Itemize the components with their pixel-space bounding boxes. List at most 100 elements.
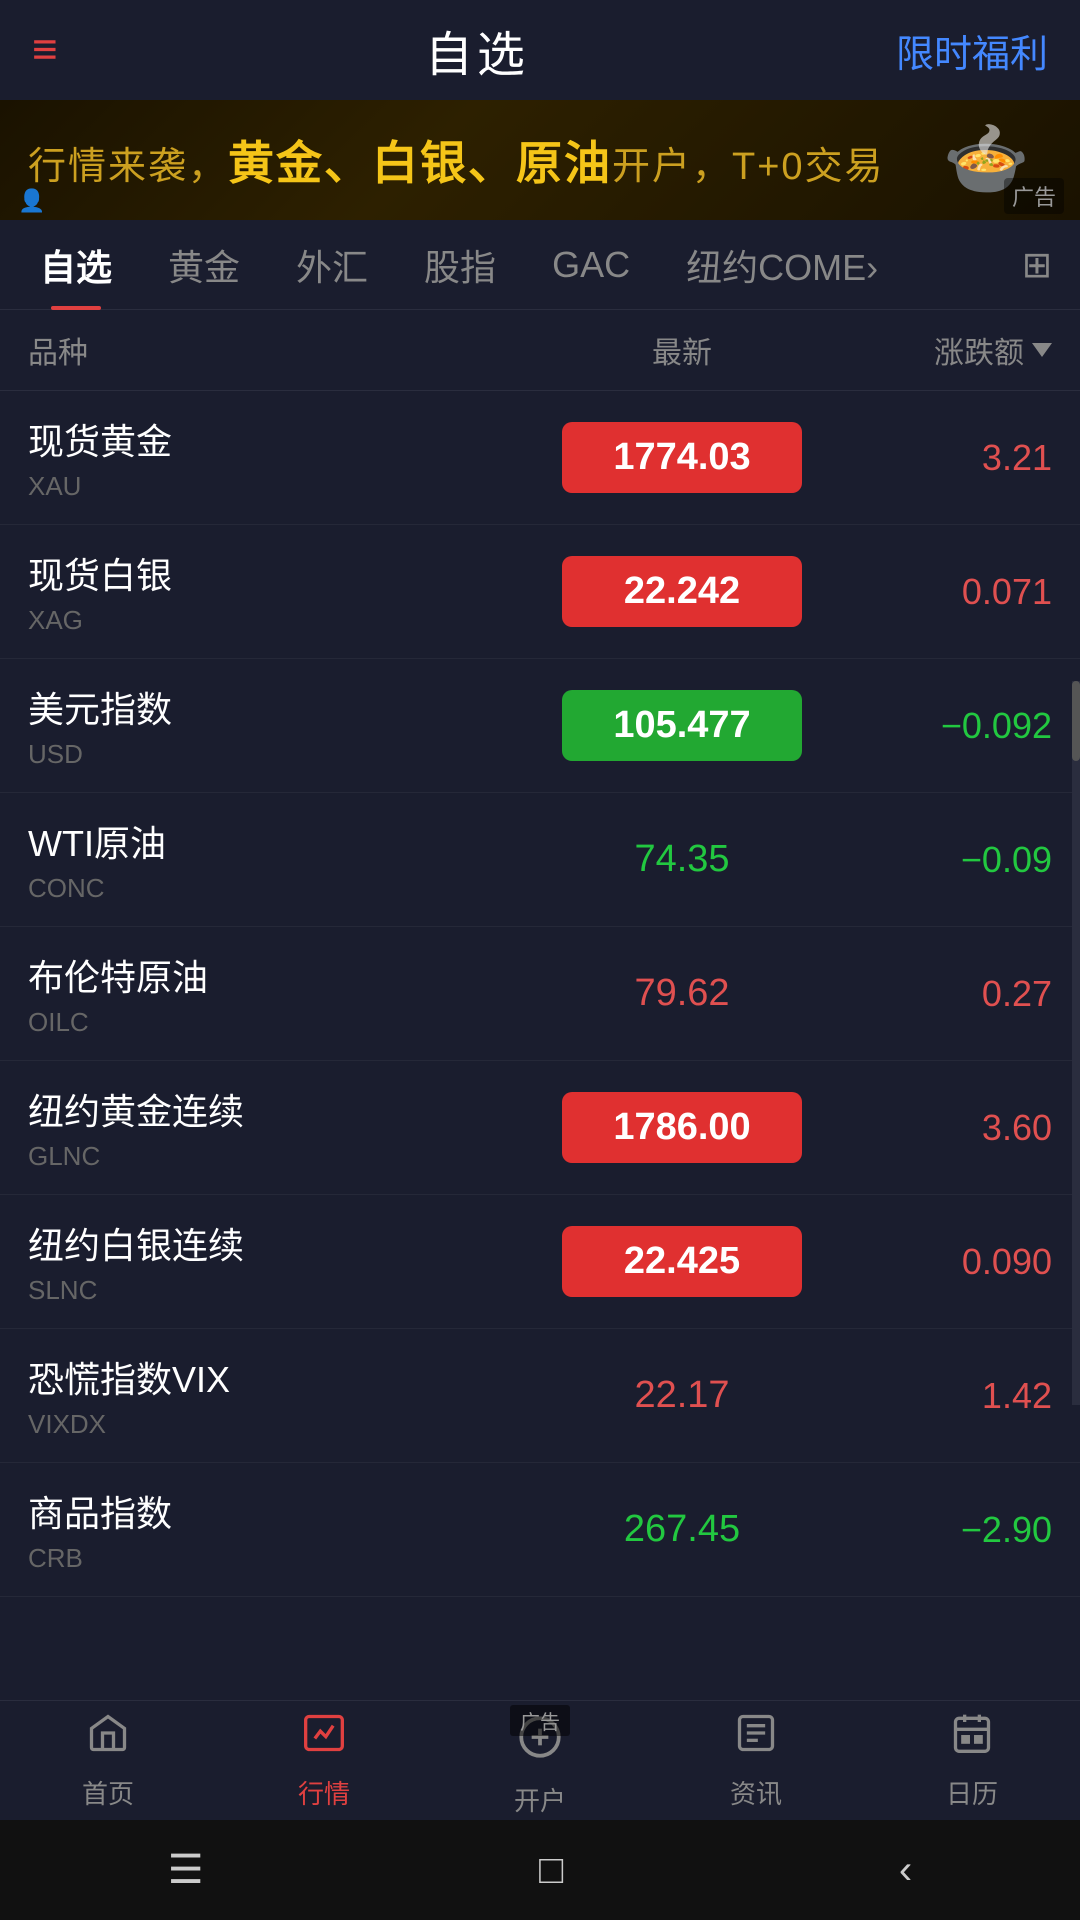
promo-button[interactable]: 限时福利 — [896, 23, 1048, 78]
sort-arrow-icon — [1032, 343, 1052, 357]
price-plain: 74.35 — [634, 838, 729, 880]
nav-market-label: 行情 — [298, 1774, 350, 1811]
nav-calendar[interactable]: 日历 — [864, 1701, 1080, 1820]
android-home-btn[interactable]: □ — [539, 1848, 563, 1893]
app-header: ≡ 自选 限时福利 — [0, 0, 1080, 100]
banner-suffix: 开户，T+0交易 — [612, 146, 885, 188]
table-row[interactable]: 美元指数 USD 105.477 −0.092 — [0, 659, 1080, 793]
table-header: 品种 最新 涨跌额 — [0, 310, 1080, 391]
tab-waihui[interactable]: 外汇 — [268, 220, 396, 310]
nav-home-label: 首页 — [82, 1774, 134, 1811]
android-menu-btn[interactable]: ☰ — [168, 1847, 204, 1893]
instrument-name-col: 恐慌指数VIX VIXDX — [28, 1351, 532, 1440]
change-col: 0.090 — [832, 1241, 1052, 1283]
android-nav-bar: ☰ □ ‹ — [0, 1820, 1080, 1920]
tab-huangjin[interactable]: 黄金 — [140, 220, 268, 310]
table-row[interactable]: 现货白银 XAG 22.242 0.071 — [0, 525, 1080, 659]
change-col: −2.90 — [832, 1509, 1052, 1551]
banner-text: 行情来袭，黄金、白银、原油开户，T+0交易 — [28, 127, 885, 193]
instrument-name-zh: 美元指数 — [28, 681, 532, 733]
calendar-icon — [950, 1711, 994, 1766]
table-row[interactable]: 纽约黄金连续 GLNC 1786.00 3.60 — [0, 1061, 1080, 1195]
table-row[interactable]: 纽约白银连续 SLNC 22.425 0.090 — [0, 1195, 1080, 1329]
market-icon — [302, 1711, 346, 1766]
table-row[interactable]: 商品指数 CRB 267.45 −2.90 — [0, 1463, 1080, 1597]
table-row[interactable]: WTI原油 CONC 74.35 −0.09 — [0, 793, 1080, 927]
grid-view-icon[interactable]: ⊞ — [1006, 244, 1068, 286]
price-badge: 22.425 — [562, 1226, 802, 1297]
change-col: −0.092 — [832, 705, 1052, 747]
change-col: −0.09 — [832, 839, 1052, 881]
instrument-name-en: XAU — [28, 471, 532, 502]
change-col: 3.60 — [832, 1107, 1052, 1149]
instrument-name-col: 现货黄金 XAU — [28, 413, 532, 502]
price-col: 1774.03 — [532, 422, 832, 493]
nav-news-label: 资讯 — [730, 1774, 782, 1811]
price-col: 74.35 — [532, 838, 832, 881]
nav-open[interactable]: 广告 开户 — [432, 1701, 648, 1820]
instrument-name-en: CONC — [28, 873, 532, 904]
instrument-name-en: VIXDX — [28, 1409, 532, 1440]
col-price-label: 最新 — [532, 328, 832, 372]
news-icon — [734, 1711, 778, 1766]
market-table: 现货黄金 XAU 1774.03 3.21 现货白银 XAG 22.242 0.… — [0, 391, 1080, 1597]
col-change-label: 涨跌额 — [832, 328, 1052, 372]
instrument-name-en: USD — [28, 739, 532, 770]
change-col: 1.42 — [832, 1375, 1052, 1417]
price-badge: 1774.03 — [562, 422, 802, 493]
instrument-name-zh: 布伦特原油 — [28, 949, 532, 1001]
col-name-label: 品种 — [28, 328, 532, 372]
price-plain: 267.45 — [624, 1508, 740, 1550]
instrument-name-zh: 商品指数 — [28, 1485, 532, 1537]
scroll-track — [1072, 681, 1080, 1405]
instrument-name-col: 现货白银 XAG — [28, 547, 532, 636]
instrument-name-en: CRB — [28, 1543, 532, 1574]
tab-gac[interactable]: GAC — [524, 220, 658, 310]
price-col: 267.45 — [532, 1508, 832, 1551]
price-col: 105.477 — [532, 690, 832, 761]
ad-label: 广告 — [1004, 178, 1064, 214]
change-col: 3.21 — [832, 437, 1052, 479]
home-icon — [86, 1711, 130, 1766]
price-col: 79.62 — [532, 972, 832, 1015]
instrument-name-zh: 现货白银 — [28, 547, 532, 599]
instrument-name-en: OILC — [28, 1007, 532, 1038]
instrument-name-col: 美元指数 USD — [28, 681, 532, 770]
price-badge: 1786.00 — [562, 1092, 802, 1163]
tab-bar: 自选 黄金 外汇 股指 GAC 纽约COME› ⊞ — [0, 220, 1080, 310]
instrument-name-en: GLNC — [28, 1141, 532, 1172]
price-col: 1786.00 — [532, 1092, 832, 1163]
price-badge: 22.242 — [562, 556, 802, 627]
nav-news[interactable]: 资讯 — [648, 1701, 864, 1820]
banner-highlight: 黄金、白银、原油 — [228, 137, 612, 189]
menu-icon[interactable]: ≡ — [32, 25, 58, 75]
instrument-name-zh: 纽约黄金连续 — [28, 1083, 532, 1135]
table-row[interactable]: 布伦特原油 OILC 79.62 0.27 — [0, 927, 1080, 1061]
price-col: 22.242 — [532, 556, 832, 627]
scroll-thumb — [1072, 681, 1080, 761]
bottom-nav: 首页 行情 广告 开户 资 — [0, 1700, 1080, 1820]
instrument-name-col: 纽约白银连续 SLNC — [28, 1217, 532, 1306]
price-plain: 79.62 — [634, 972, 729, 1014]
nav-calendar-label: 日历 — [946, 1774, 998, 1811]
change-col: 0.27 — [832, 973, 1052, 1015]
instrument-name-col: 商品指数 CRB — [28, 1485, 532, 1574]
instrument-name-zh: 现货黄金 — [28, 413, 532, 465]
nav-open-label: 开户 — [514, 1781, 566, 1818]
instrument-name-zh: WTI原油 — [28, 815, 532, 867]
nav-market[interactable]: 行情 — [216, 1701, 432, 1820]
tab-zixuan[interactable]: 自选 — [12, 220, 140, 310]
nav-ad-badge: 广告 — [510, 1705, 570, 1736]
table-row[interactable]: 现货黄金 XAU 1774.03 3.21 — [0, 391, 1080, 525]
price-plain: 22.17 — [634, 1374, 729, 1416]
android-back-btn[interactable]: ‹ — [899, 1848, 912, 1893]
nav-home[interactable]: 首页 — [0, 1701, 216, 1820]
change-col: 0.071 — [832, 571, 1052, 613]
tab-comex[interactable]: 纽约COME› — [658, 220, 906, 310]
instrument-name-col: 布伦特原油 OILC — [28, 949, 532, 1038]
table-row[interactable]: 恐慌指数VIX VIXDX 22.17 1.42 — [0, 1329, 1080, 1463]
promo-banner[interactable]: 行情来袭，黄金、白银、原油开户，T+0交易 🍲 👤 广告 — [0, 100, 1080, 220]
instrument-name-en: SLNC — [28, 1275, 532, 1306]
instrument-name-zh: 恐慌指数VIX — [28, 1351, 532, 1403]
tab-guzhi[interactable]: 股指 — [396, 220, 524, 310]
